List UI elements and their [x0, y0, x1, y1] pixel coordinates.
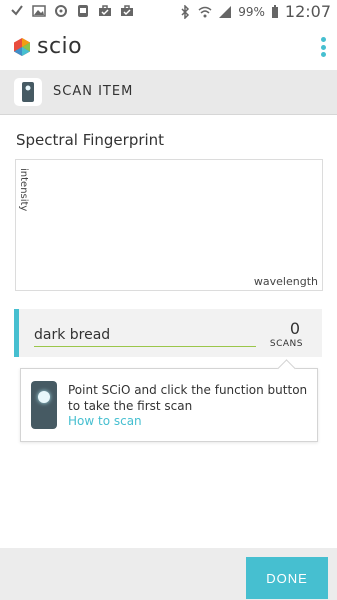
status-bar: 99% 12:07: [0, 0, 337, 24]
battery-percent: 99%: [238, 4, 265, 19]
item-accent-bar: [14, 309, 19, 357]
spectral-title: Spectral Fingerprint: [16, 131, 165, 149]
scans-count: 0: [289, 319, 300, 338]
item-name-input[interactable]: dark bread: [34, 327, 256, 347]
scan-instruction-tooltip: Point SCiO and click the function button…: [20, 359, 318, 442]
battery-icon: [271, 4, 278, 18]
how-to-scan-link[interactable]: How to scan: [68, 414, 142, 428]
scio-device-icon: [14, 78, 42, 106]
scio-device-image-icon: [31, 381, 57, 429]
scans-label: SCANS: [269, 339, 303, 349]
scan-item-header: SCAN ITEM: [0, 70, 337, 115]
system-icons: 99% 12:07: [178, 2, 331, 21]
wifi-icon: [198, 6, 212, 17]
image-icon: [32, 5, 46, 17]
notification-icons: [10, 4, 134, 18]
bluetooth-icon: [181, 4, 190, 19]
y-axis-label: intensity: [18, 168, 29, 212]
done-button[interactable]: DONE: [246, 557, 328, 599]
brand-name: scio: [37, 34, 83, 59]
briefcase-icon: [99, 5, 111, 16]
bottom-bar: DONE: [0, 548, 337, 600]
item-card: dark bread 0 SCANS: [14, 309, 322, 357]
evernote-icon: [78, 5, 88, 17]
briefcase-check-icon: [121, 5, 133, 16]
tooltip-text: Point SCiO and click the function button…: [68, 383, 308, 413]
app-bar: scio: [0, 24, 337, 70]
signal-icon: [219, 5, 232, 18]
more-vert-icon[interactable]: [321, 37, 327, 57]
scio-logo-icon: [14, 38, 30, 56]
tooltip-arrow: [277, 359, 296, 378]
x-axis-label: wavelength: [253, 275, 318, 288]
sync-icon: [55, 5, 67, 17]
check-icon: [11, 5, 23, 16]
clock: 12:07: [284, 2, 331, 21]
page-title: SCAN ITEM: [53, 84, 134, 99]
spectral-chart: intensity wavelength: [15, 159, 323, 291]
